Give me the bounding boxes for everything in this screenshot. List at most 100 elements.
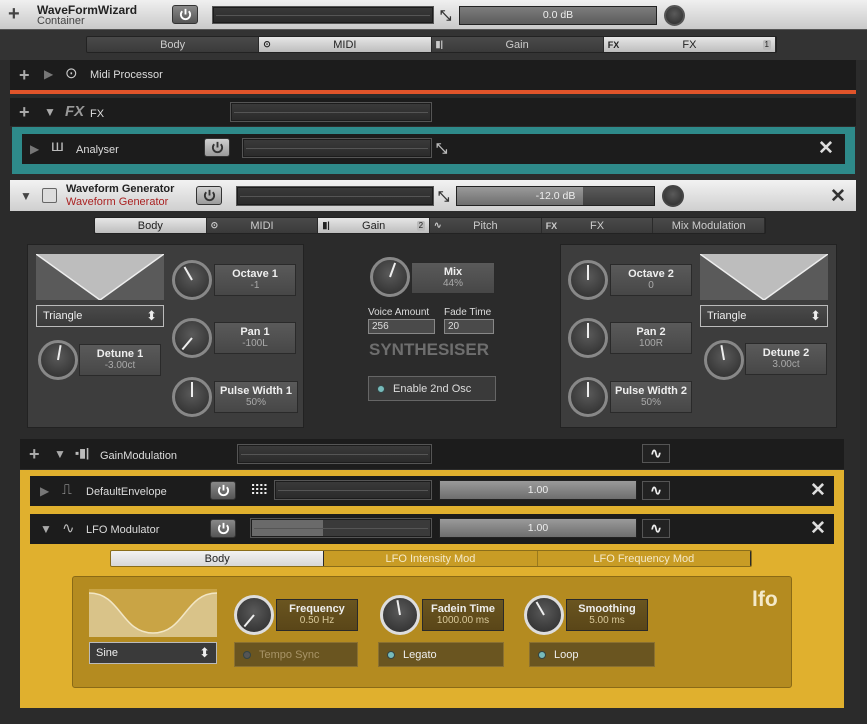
add-icon[interactable]: +	[19, 65, 30, 86]
tempo-sync-button[interactable]: Tempo Sync	[234, 642, 358, 667]
envelope-label: DefaultEnvelope	[86, 486, 167, 498]
tab-body[interactable]: Body	[87, 37, 260, 52]
pw2-display: Pulse Width 2 50%	[610, 381, 692, 413]
expand-icon[interactable]: ▶	[40, 484, 49, 498]
lfo-logo: lfo	[752, 588, 778, 611]
mix-display: Mix 44%	[411, 262, 495, 294]
led-icon	[387, 650, 395, 659]
loop-button[interactable]: Loop	[529, 642, 655, 667]
analyser-header	[22, 134, 845, 164]
expand-icon[interactable]: ▶	[44, 67, 53, 81]
envelope-power-button[interactable]	[210, 481, 236, 500]
frequency-display: Frequency 0.50 Hz	[276, 599, 358, 631]
link-icon[interactable]: ⤡	[438, 188, 449, 205]
led-icon	[538, 650, 546, 659]
gainmod-label: GainModulation	[100, 450, 178, 462]
lfo-label: LFO Modulator	[86, 524, 160, 536]
wg-power-button[interactable]	[196, 186, 222, 205]
smoothing-display: Smoothing 5.00 ms	[566, 599, 648, 631]
legato-button[interactable]: Legato	[378, 642, 504, 667]
power-icon	[211, 141, 223, 154]
pan2-display: Pan 2 100R	[610, 322, 692, 354]
gain-slider[interactable]: 0.0 dB	[459, 6, 657, 25]
analyser-meter	[242, 138, 432, 158]
lfo-waveform-select[interactable]: Sine	[89, 642, 217, 664]
lfo-intensity-slider[interactable]: 1.00	[439, 518, 637, 538]
link-icon[interactable]: ⤡	[436, 140, 447, 157]
pw1-knob[interactable]	[172, 377, 212, 417]
mix-knob[interactable]	[370, 257, 410, 297]
envelope-intensity-slider[interactable]: 1.00	[439, 480, 637, 500]
envelope-meter	[274, 480, 432, 500]
gain-knob[interactable]	[664, 5, 685, 26]
enable-2nd-osc-button[interactable]: Enable 2nd Osc	[368, 376, 496, 401]
close-icon[interactable]: ✕	[810, 481, 826, 500]
midi-icon: ⊙	[263, 39, 271, 49]
tab-gain[interactable]: ▮| Gain	[431, 37, 604, 52]
midi-accent	[10, 90, 856, 94]
tab-midi[interactable]: ⊙ MIDI	[206, 218, 319, 233]
wg-gain-knob[interactable]	[662, 185, 684, 207]
close-icon[interactable]: ✕	[830, 187, 846, 206]
fx-icon: FX	[545, 220, 558, 231]
tab-pitch[interactable]: ∿ Pitch	[430, 218, 542, 233]
tab-midi[interactable]: ⊙ MIDI	[259, 37, 432, 52]
collapse-icon[interactable]: ▼	[40, 522, 52, 536]
tab-lfo-intensity-mod[interactable]: LFO Intensity Mod	[324, 551, 538, 566]
tab-body[interactable]: Body	[95, 218, 207, 233]
gain-badge: 2	[416, 220, 426, 231]
midi-icon: ⊙	[65, 65, 78, 82]
octave1-display: Octave 1 -1	[214, 264, 296, 296]
close-icon[interactable]: ✕	[810, 519, 826, 538]
fx-badge: 1	[762, 39, 771, 50]
gain-icon: ▪▮|	[75, 446, 90, 460]
add-icon[interactable]: +	[8, 3, 20, 26]
grid-icon[interactable]: ⠿⠿	[250, 482, 268, 499]
tab-lfo-frequency-mod[interactable]: LFO Frequency Mod	[537, 551, 751, 566]
tab-fx[interactable]: FX FX 1	[603, 37, 776, 52]
fx-icon: FX	[65, 103, 85, 120]
link-icon[interactable]: ⤡	[440, 7, 451, 24]
add-icon[interactable]: +	[19, 102, 30, 123]
wg-title: Waveform Generator	[66, 183, 175, 195]
wg-gain-slider[interactable]: -12.0 dB	[456, 186, 655, 206]
pan1-knob[interactable]	[172, 318, 212, 358]
tab-body[interactable]: Body	[111, 551, 325, 566]
tab-gain[interactable]: ▮| Gain 2	[318, 218, 431, 233]
midi-processor-label: Midi Processor	[90, 69, 163, 81]
wg-subtitle: Waveform Generator	[66, 196, 169, 208]
power-icon	[217, 522, 229, 535]
pw2-knob[interactable]	[568, 377, 608, 417]
mod-wave-button[interactable]: ∿	[642, 481, 670, 500]
mod-wave-button[interactable]: ∿	[642, 444, 670, 463]
power-button[interactable]	[172, 5, 198, 24]
mod-wave-button[interactable]: ∿	[642, 519, 670, 538]
container-subtitle: Container	[37, 15, 85, 27]
frequency-knob[interactable]	[234, 595, 274, 635]
collapse-icon[interactable]: ▼	[44, 105, 56, 119]
analyser-power-button[interactable]	[204, 138, 230, 157]
synth-title: SYNTHESISER	[369, 340, 489, 359]
osc1-waveform-select[interactable]: Triangle	[36, 305, 164, 327]
close-icon[interactable]: ✕	[818, 139, 834, 158]
fadein-time-knob[interactable]	[380, 595, 420, 635]
lfo-power-button[interactable]	[210, 519, 236, 538]
fade-time-field[interactable]: 20	[444, 319, 494, 334]
smoothing-knob[interactable]	[524, 595, 564, 635]
octave2-knob[interactable]	[568, 260, 608, 300]
octave1-knob[interactable]	[172, 260, 212, 300]
add-icon[interactable]: +	[29, 444, 40, 465]
detune2-knob[interactable]	[704, 340, 744, 380]
expand-icon[interactable]: ▶	[30, 142, 39, 156]
tab-mix-modulation[interactable]: Mix Modulation	[653, 218, 765, 233]
detune1-knob[interactable]	[38, 340, 78, 380]
collapse-icon[interactable]: ▼	[54, 447, 66, 461]
tab-fx[interactable]: FX FX	[541, 218, 654, 233]
pan2-knob[interactable]	[568, 318, 608, 358]
collapse-icon[interactable]: ▼	[20, 189, 32, 203]
led-icon	[377, 384, 385, 393]
osc2-waveform-select[interactable]: Triangle	[700, 305, 828, 327]
gainmod-meter	[237, 444, 432, 464]
bypass-checkbox[interactable]	[42, 188, 57, 203]
voice-amount-field[interactable]: 256	[368, 319, 435, 334]
